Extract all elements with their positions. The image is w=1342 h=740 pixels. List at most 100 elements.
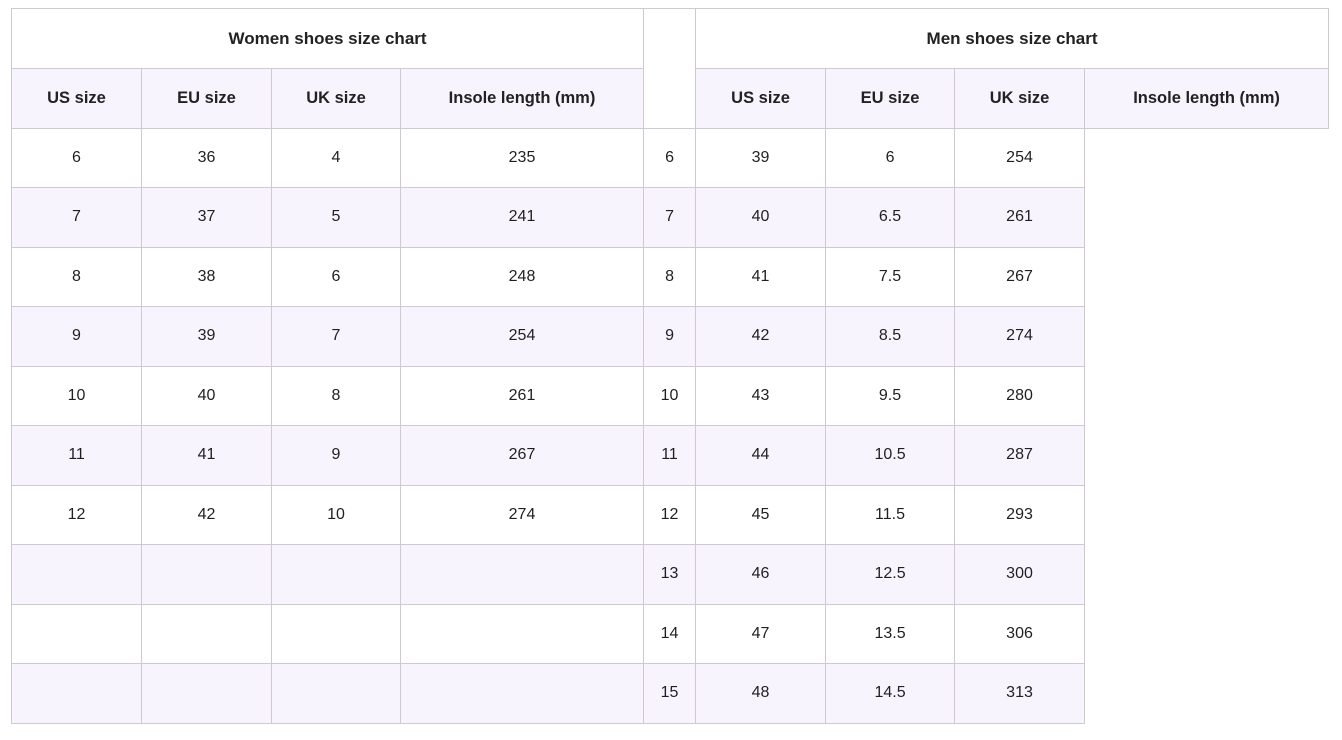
men-us-size-cell: 7 — [643, 187, 697, 248]
men-uk-size-cell: 10.5 — [825, 425, 956, 486]
women-us-size-cell — [11, 603, 142, 664]
men-eu-size-cell: 44 — [695, 425, 827, 486]
women-insole-length-cell: 267 — [399, 425, 645, 486]
women-insole-length-cell: 235 — [399, 127, 645, 188]
men-eu-size-cell: 45 — [695, 484, 827, 545]
table-row: 11 41 9 267 11 44 10.5 287 — [11, 425, 1329, 486]
women-us-size-cell — [11, 544, 142, 605]
men-uk-size-cell: 6 — [825, 127, 956, 188]
women-eu-size-cell — [141, 603, 272, 664]
men-uk-size-cell: 12.5 — [825, 544, 956, 605]
table-row: 10 40 8 261 10 43 9.5 280 — [11, 365, 1329, 426]
men-eu-size-cell: 42 — [695, 306, 827, 367]
women-us-size-cell — [11, 663, 142, 724]
men-eu-size-header: EU size — [825, 68, 956, 129]
men-us-size-cell: 13 — [643, 544, 697, 605]
men-insole-length-cell: 287 — [954, 425, 1086, 486]
men-uk-size-cell: 13.5 — [825, 603, 956, 664]
men-us-size-cell: 9 — [643, 306, 697, 367]
women-us-size-cell: 11 — [11, 425, 142, 486]
men-us-size-cell: 11 — [643, 425, 697, 486]
women-eu-size-cell — [141, 663, 272, 724]
chart-title-row: Women shoes size chart Men shoes size ch… — [10, 8, 1330, 129]
men-us-size-cell: 14 — [643, 603, 697, 664]
table-row: 14 47 13.5 306 — [11, 603, 1329, 664]
women-uk-size-cell — [271, 603, 401, 664]
women-insole-length-cell: 261 — [399, 365, 645, 426]
table-row: 15 48 14.5 313 — [11, 663, 1329, 724]
women-us-size-cell: 6 — [11, 127, 142, 188]
table-row: 6 36 4 235 6 39 6 254 — [11, 127, 1329, 188]
women-insole-length-cell: 241 — [399, 187, 645, 248]
men-eu-size-cell: 39 — [695, 127, 827, 188]
chart-body: 6 36 4 235 6 39 6 254 7 37 5 241 7 40 6.5 261 8 38 6 248 8 41… — [11, 127, 1329, 724]
men-us-size-cell: 10 — [643, 365, 697, 426]
men-uk-size-cell: 9.5 — [825, 365, 956, 426]
men-us-size-cell: 8 — [643, 246, 697, 307]
women-uk-size-cell: 8 — [271, 365, 401, 426]
table-row: 9 39 7 254 9 42 8.5 274 — [11, 306, 1329, 367]
women-us-size-cell: 10 — [11, 365, 142, 426]
men-insole-length-cell: 293 — [954, 484, 1086, 545]
women-uk-size-cell: 4 — [271, 127, 401, 188]
men-eu-size-cell: 47 — [695, 603, 827, 664]
men-insole-length-header: Insole length (mm) — [1084, 68, 1330, 129]
table-gap-column — [643, 8, 697, 129]
men-insole-length-cell: 267 — [954, 246, 1086, 307]
men-us-size-cell: 15 — [643, 663, 697, 724]
men-insole-length-cell: 306 — [954, 603, 1086, 664]
table-row: 13 46 12.5 300 — [11, 544, 1329, 605]
men-us-size-cell: 6 — [643, 127, 697, 188]
table-row: 8 38 6 248 8 41 7.5 267 — [11, 246, 1329, 307]
women-us-size-cell: 12 — [11, 484, 142, 545]
women-insole-length-cell — [399, 603, 645, 664]
women-uk-size-cell: 5 — [271, 187, 401, 248]
women-insole-length-cell: 254 — [399, 306, 645, 367]
men-eu-size-cell: 46 — [695, 544, 827, 605]
men-insole-length-cell: 280 — [954, 365, 1086, 426]
women-us-size-header: US size — [11, 68, 142, 129]
women-uk-size-header: UK size — [271, 68, 401, 129]
women-eu-size-cell: 40 — [141, 365, 272, 426]
men-chart-title: Men shoes size chart — [695, 8, 1330, 69]
men-insole-length-cell: 300 — [954, 544, 1086, 605]
men-us-size-header: US size — [695, 68, 827, 129]
size-chart-table: Women shoes size chart Men shoes size ch… — [10, 8, 1330, 724]
women-eu-size-cell: 41 — [141, 425, 272, 486]
women-eu-size-cell: 38 — [141, 246, 272, 307]
women-insole-length-cell — [399, 544, 645, 605]
men-insole-length-cell: 313 — [954, 663, 1086, 724]
women-uk-size-cell: 10 — [271, 484, 401, 545]
women-us-size-cell: 8 — [11, 246, 142, 307]
men-uk-size-cell: 14.5 — [825, 663, 956, 724]
women-uk-size-cell: 7 — [271, 306, 401, 367]
women-uk-size-cell: 6 — [271, 246, 401, 307]
women-us-size-cell: 7 — [11, 187, 142, 248]
women-eu-size-header: EU size — [141, 68, 272, 129]
men-uk-size-cell: 6.5 — [825, 187, 956, 248]
men-eu-size-cell: 41 — [695, 246, 827, 307]
women-uk-size-cell — [271, 663, 401, 724]
men-uk-size-cell: 7.5 — [825, 246, 956, 307]
table-row: 12 42 10 274 12 45 11.5 293 — [11, 484, 1329, 545]
men-insole-length-cell: 254 — [954, 127, 1086, 188]
men-uk-size-header: UK size — [954, 68, 1086, 129]
women-insole-length-cell: 248 — [399, 246, 645, 307]
women-eu-size-cell: 42 — [141, 484, 272, 545]
women-eu-size-cell: 37 — [141, 187, 272, 248]
women-eu-size-cell: 36 — [141, 127, 272, 188]
men-insole-length-cell: 261 — [954, 187, 1086, 248]
men-insole-length-cell: 274 — [954, 306, 1086, 367]
women-eu-size-cell: 39 — [141, 306, 272, 367]
table-row: 7 37 5 241 7 40 6.5 261 — [11, 187, 1329, 248]
women-insole-length-cell — [399, 663, 645, 724]
men-us-size-cell: 12 — [643, 484, 697, 545]
women-eu-size-cell — [141, 544, 272, 605]
women-uk-size-cell: 9 — [271, 425, 401, 486]
men-uk-size-cell: 11.5 — [825, 484, 956, 545]
men-eu-size-cell: 43 — [695, 365, 827, 426]
women-us-size-cell: 9 — [11, 306, 142, 367]
women-insole-length-cell: 274 — [399, 484, 645, 545]
men-uk-size-cell: 8.5 — [825, 306, 956, 367]
men-eu-size-cell: 48 — [695, 663, 827, 724]
